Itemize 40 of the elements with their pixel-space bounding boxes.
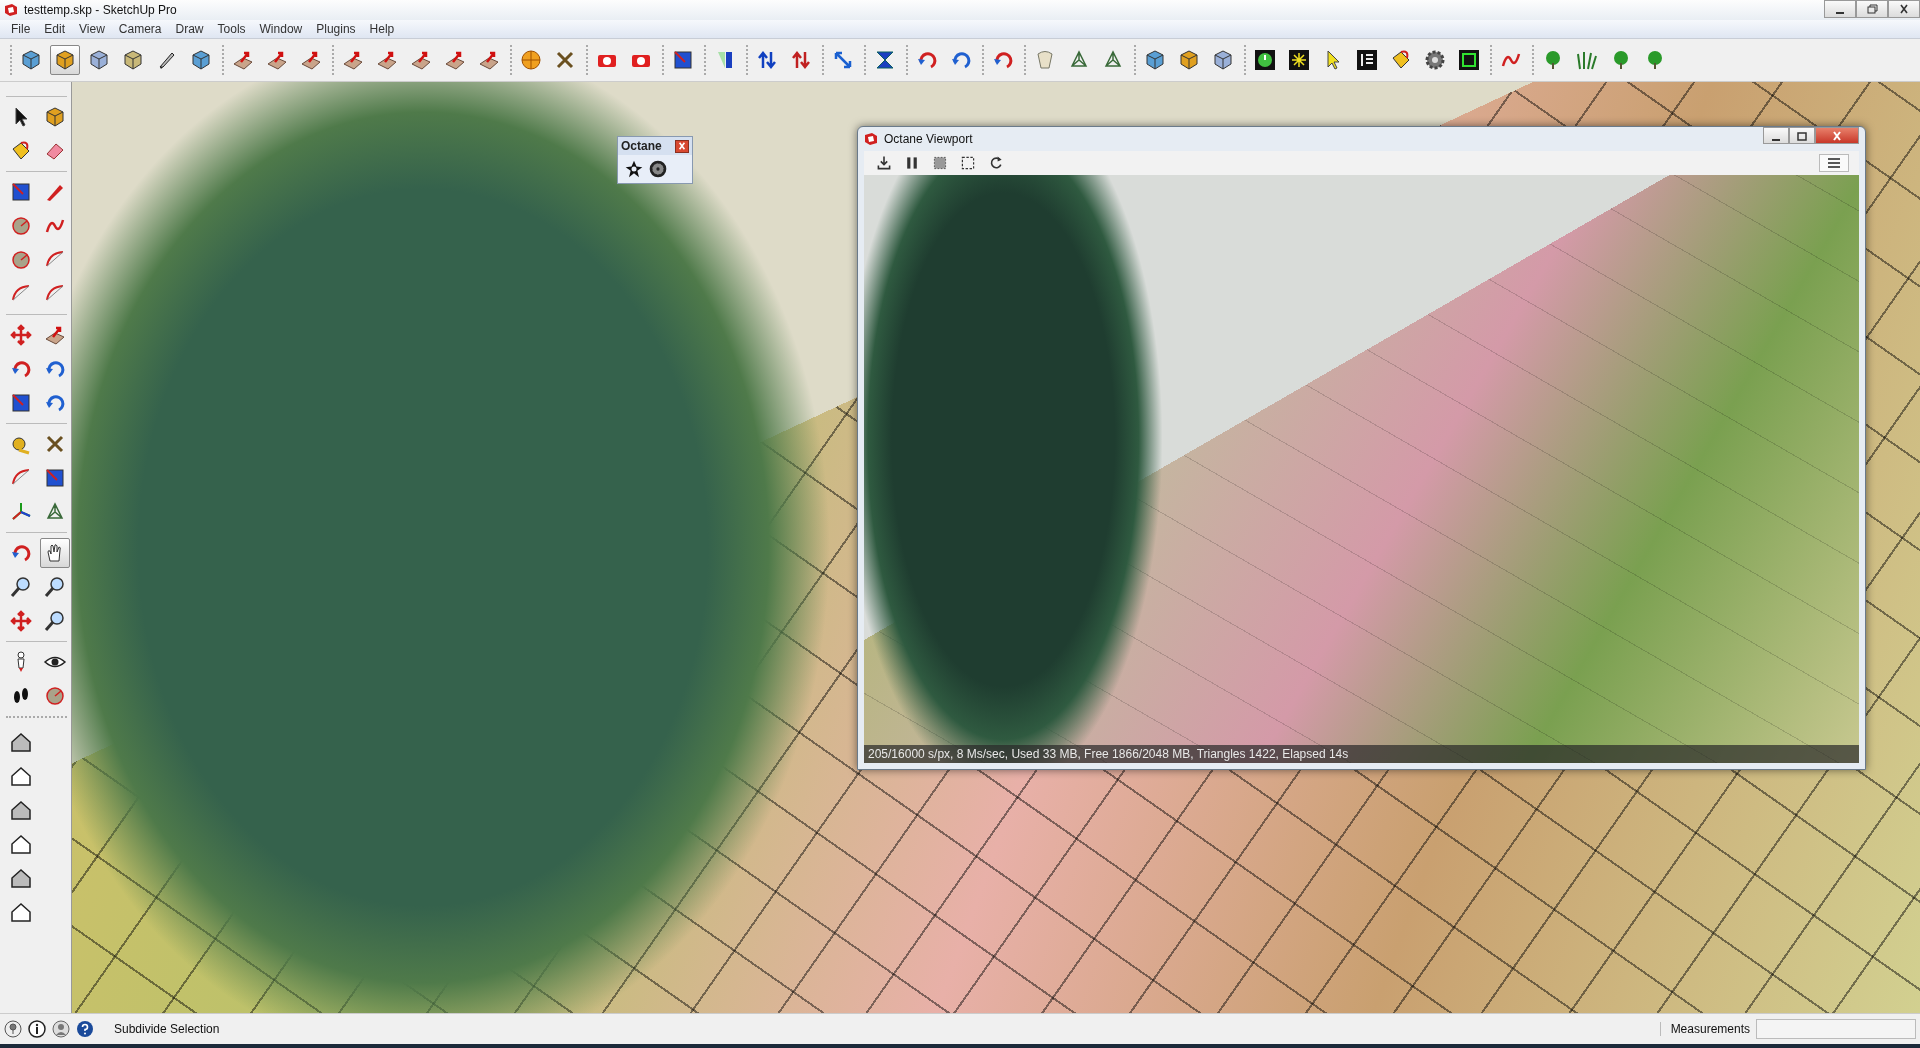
close-button[interactable] (675, 139, 689, 153)
menu-item[interactable]: Camera (111, 22, 169, 36)
info-icon[interactable] (28, 1020, 46, 1038)
menu-item[interactable]: Window (252, 22, 310, 36)
close-icon (1831, 130, 1843, 141)
close-button[interactable] (1815, 127, 1859, 144)
palette-title: Octane (621, 139, 662, 153)
menu-item[interactable]: Draw (168, 22, 211, 36)
pinwheel-icon[interactable] (624, 159, 644, 179)
menu-item[interactable]: Edit (37, 22, 73, 36)
wheel-icon[interactable] (648, 159, 668, 179)
menu-item[interactable]: View (72, 22, 112, 36)
app-logo-icon (864, 132, 878, 146)
minimize-icon (1834, 12, 1846, 14)
menu-item[interactable]: File (4, 22, 38, 36)
menu-icon[interactable] (1819, 154, 1849, 172)
minimize-button[interactable] (1763, 127, 1789, 144)
measurements-field[interactable] (1756, 1019, 1916, 1039)
window-title: Octane Viewport (884, 132, 974, 146)
measurements-label: Measurements (1659, 1022, 1750, 1036)
close-icon (1898, 4, 1910, 14)
help-icon[interactable] (76, 1020, 94, 1038)
maximize-button[interactable] (1789, 127, 1815, 144)
app-logo-icon (4, 3, 18, 17)
close-icon (677, 142, 687, 150)
user-icon[interactable] (52, 1020, 70, 1038)
hand-icon[interactable] (40, 538, 70, 568)
minimize-icon (1770, 138, 1782, 141)
menu-item[interactable]: Plugins (309, 22, 363, 36)
menu-item[interactable]: Tools (210, 22, 253, 36)
window-title: testtemp.skp - SketchUp Pro (24, 3, 178, 17)
maximize-icon (1796, 130, 1808, 141)
restore-icon (1866, 4, 1878, 14)
status-hint: Subdivide Selection (114, 1022, 220, 1036)
minimize-button[interactable] (1824, 0, 1856, 18)
close-button[interactable] (1888, 0, 1920, 18)
location-icon[interactable] (4, 1020, 22, 1038)
render-status: 205/16000 s/px, 8 Ms/sec, Used 33 MB, Free 1866/2048 MB, Triangles 1422, Elapsed 14s (864, 745, 1859, 763)
menu-item[interactable]: Help (362, 22, 402, 36)
cube-icon[interactable] (50, 45, 80, 75)
